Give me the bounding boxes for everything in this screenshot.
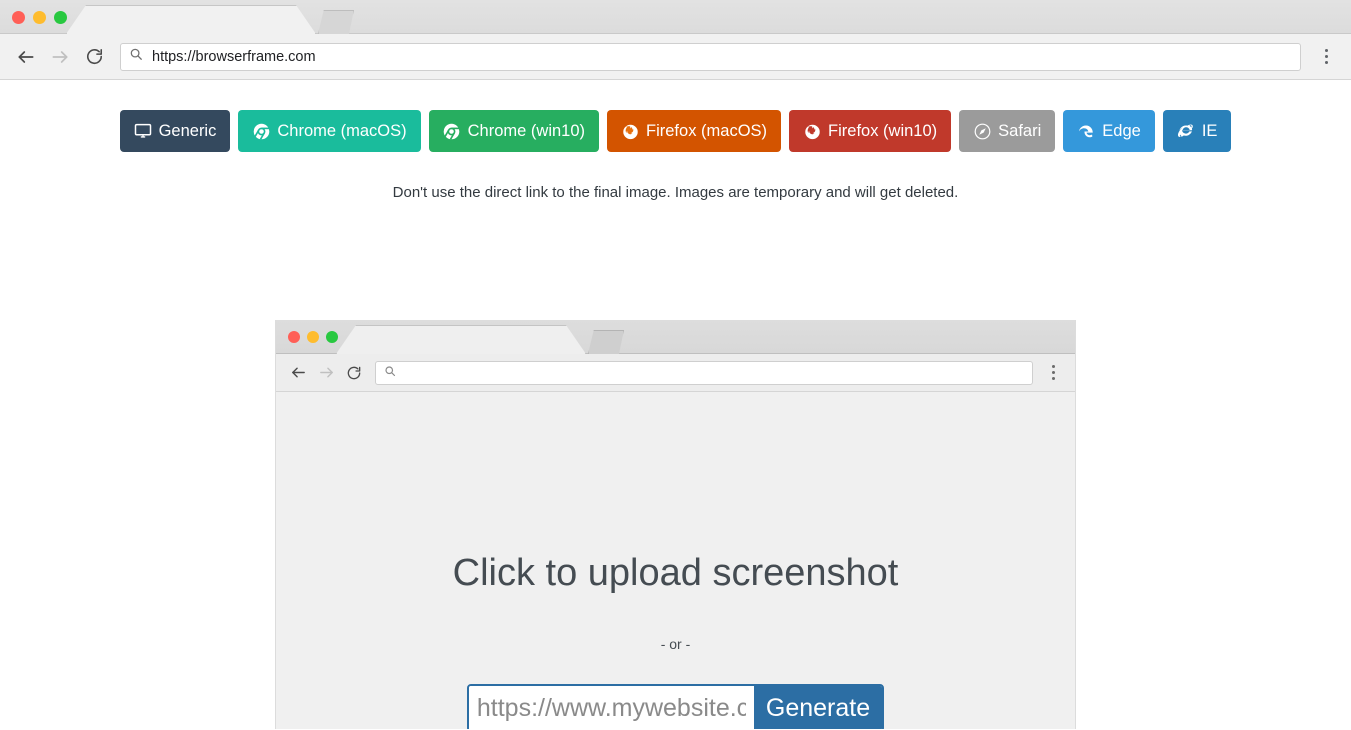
upload-title: Click to upload screenshot (452, 552, 899, 594)
search-icon (129, 47, 143, 66)
search-icon (384, 364, 396, 382)
safari-icon (973, 122, 991, 140)
edge-icon (1077, 122, 1095, 140)
picker-button-ie[interactable]: IE (1162, 110, 1232, 152)
preview-toolbar (276, 354, 1075, 392)
preview-minimize-button (307, 331, 319, 343)
picker-button-safari[interactable]: Safari (959, 110, 1056, 152)
back-arrow-icon[interactable] (12, 43, 40, 71)
new-tab-button[interactable] (318, 10, 354, 34)
preview-close-button (288, 331, 300, 343)
reload-icon (342, 361, 366, 385)
picker-button-firefox-win10[interactable]: Firefox (win10) (789, 110, 952, 152)
picker-button-label: Safari (998, 121, 1042, 140)
preview-address-bar (375, 360, 1033, 385)
preview-tabbar (276, 320, 1075, 354)
firefox-icon (803, 122, 821, 140)
outer-browser-window: https://browserframe.com Generic Chrome … (0, 0, 1351, 730)
preview-traffic-lights (288, 331, 338, 343)
forward-arrow-icon (46, 43, 74, 71)
picker-button-label: Firefox (win10) (828, 121, 938, 140)
kebab-menu-icon (1041, 361, 1065, 385)
website-url-input[interactable] (468, 686, 754, 729)
preview-browser-frame: Click to upload screenshot - or - Genera… (275, 320, 1076, 729)
generate-button[interactable]: Generate (753, 686, 883, 729)
preview-maximize-button (326, 331, 338, 343)
picker-button-label: Firefox (macOS) (646, 121, 768, 140)
kebab-menu-icon[interactable] (1313, 43, 1339, 71)
picker-button-label: Chrome (win10) (467, 121, 586, 140)
picker-button-label: Generic (158, 121, 217, 140)
picker-button-firefox-macos[interactable]: Firefox (macOS) (607, 110, 782, 152)
picker-button-label: Edge (1102, 121, 1141, 140)
picker-button-edge[interactable]: Edge (1063, 110, 1155, 152)
picker-button-label: Chrome (macOS) (277, 121, 407, 140)
close-window-button[interactable] (12, 11, 25, 24)
upload-dropzone[interactable]: Click to upload screenshot - or - Genera… (276, 392, 1075, 729)
chrome-icon (252, 122, 270, 140)
picker-button-label: IE (1201, 121, 1218, 140)
picker-button-generic[interactable]: Generic (119, 110, 231, 152)
page-content: Generic Chrome (macOS) Chrome (win10) Fi… (0, 80, 1351, 729)
minimize-window-button[interactable] (33, 11, 46, 24)
browser-frame-picker: Generic Chrome (macOS) Chrome (win10) Fi… (0, 80, 1351, 152)
chrome-icon (443, 122, 461, 140)
picker-button-chrome-win10[interactable]: Chrome (win10) (428, 110, 600, 152)
address-bar-url: https://browserframe.com (152, 48, 316, 65)
browser-tab-active[interactable] (66, 5, 316, 34)
reload-icon[interactable] (80, 43, 108, 71)
address-bar[interactable]: https://browserframe.com (120, 42, 1301, 71)
monitor-icon (134, 122, 152, 140)
temporary-image-notice: Don't use the direct link to the final i… (392, 184, 959, 201)
preview-tab-active (336, 325, 586, 354)
forward-arrow-icon (314, 361, 338, 385)
ie-icon (1177, 122, 1195, 140)
outer-browser-tabbar (0, 0, 1351, 34)
outer-browser-toolbar: https://browserframe.com (0, 34, 1351, 80)
window-traffic-lights (12, 11, 67, 24)
generate-form: Generate (466, 684, 885, 729)
picker-button-chrome-macos[interactable]: Chrome (macOS) (238, 110, 421, 152)
back-arrow-icon (286, 361, 310, 385)
maximize-window-button[interactable] (54, 11, 67, 24)
firefox-icon (621, 122, 639, 140)
preview-new-tab-button (588, 330, 624, 354)
or-separator: - or - (660, 636, 691, 652)
